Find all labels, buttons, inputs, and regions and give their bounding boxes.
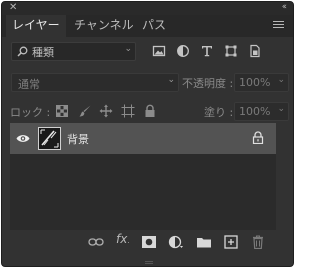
eye-icon[interactable] (16, 134, 30, 143)
blend-mode-select[interactable]: 通常 ⌄ (11, 73, 179, 92)
layer-name[interactable]: 背景 (67, 131, 89, 147)
lock-row: ロック : 塗り : 100% ⌄ (2, 100, 293, 122)
link-layers-icon[interactable] (88, 235, 104, 249)
pixel-filter-icon[interactable] (152, 44, 166, 58)
resize-grip[interactable] (145, 261, 153, 264)
panel-titlebar: ✕ ‹‹ (2, 2, 293, 15)
new-group-folder-icon[interactable] (196, 235, 212, 249)
shape-filter-icon[interactable] (224, 44, 238, 58)
layer-kind-filter[interactable]: 種類 ⌄ (11, 42, 136, 61)
lock-transparent-pixels-icon[interactable] (55, 104, 69, 118)
filter-row: 種類 ⌄ (2, 38, 293, 65)
layer-thumbnail-image (40, 129, 59, 148)
layers-panel: ✕ ‹‹ レイヤー チャンネル パス 種類 ⌄ 通常 ⌄ 不透明度: 100%… (1, 1, 294, 267)
fill-field[interactable]: 100% ⌄ (234, 102, 289, 121)
tab-paths[interactable]: パス (136, 15, 172, 37)
tab-channels[interactable]: チャンネル (68, 15, 140, 37)
new-layer-icon[interactable] (223, 235, 239, 249)
lock-icon (252, 131, 264, 144)
lock-label: ロック : (10, 106, 51, 119)
tab-layers[interactable]: レイヤー (6, 15, 66, 37)
opacity-value: 100% (239, 76, 271, 89)
chevron-down-icon: ⌄ (277, 75, 285, 85)
smartobject-filter-icon[interactable] (248, 44, 262, 58)
chevron-down-icon: ⌄ (167, 75, 175, 85)
collapse-icon[interactable]: ‹‹ (282, 2, 287, 12)
type-filter-icon[interactable] (200, 44, 214, 58)
lock-all-icon[interactable] (143, 104, 157, 118)
fill-value: 100% (239, 105, 271, 118)
kind-label: 種類 (32, 46, 54, 59)
blend-mode-value: 通常 (18, 78, 40, 91)
layer-style-icon[interactable]: fx. (116, 232, 130, 246)
adjustment-layer-icon[interactable] (168, 235, 184, 249)
lock-image-pixels-icon[interactable] (78, 104, 92, 118)
lock-position-icon[interactable] (99, 104, 113, 118)
chevron-down-icon: ⌄ (277, 104, 285, 114)
opacity-field[interactable]: 100% ⌄ (234, 73, 289, 92)
add-mask-icon[interactable] (141, 235, 157, 249)
blend-row: 通常 ⌄ 不透明度 : 100% ⌄ (2, 69, 293, 96)
lock-artboard-icon[interactable] (121, 104, 135, 118)
adjustment-filter-icon[interactable] (176, 44, 190, 58)
panel-menu-icon[interactable] (273, 21, 284, 30)
fill-label: 塗り : (204, 106, 234, 119)
search-icon (17, 46, 28, 57)
trash-icon[interactable] (250, 235, 266, 249)
opacity-label: 不透明度 : (182, 77, 234, 90)
layers-list[interactable]: 背景 (10, 123, 276, 230)
close-icon[interactable]: ✕ (9, 3, 17, 13)
chevron-down-icon: ⌄ (124, 44, 132, 54)
panel-tabs: レイヤー チャンネル パス (2, 15, 293, 37)
layer-thumbnail (38, 127, 61, 150)
layer-row[interactable]: 背景 (10, 123, 276, 154)
